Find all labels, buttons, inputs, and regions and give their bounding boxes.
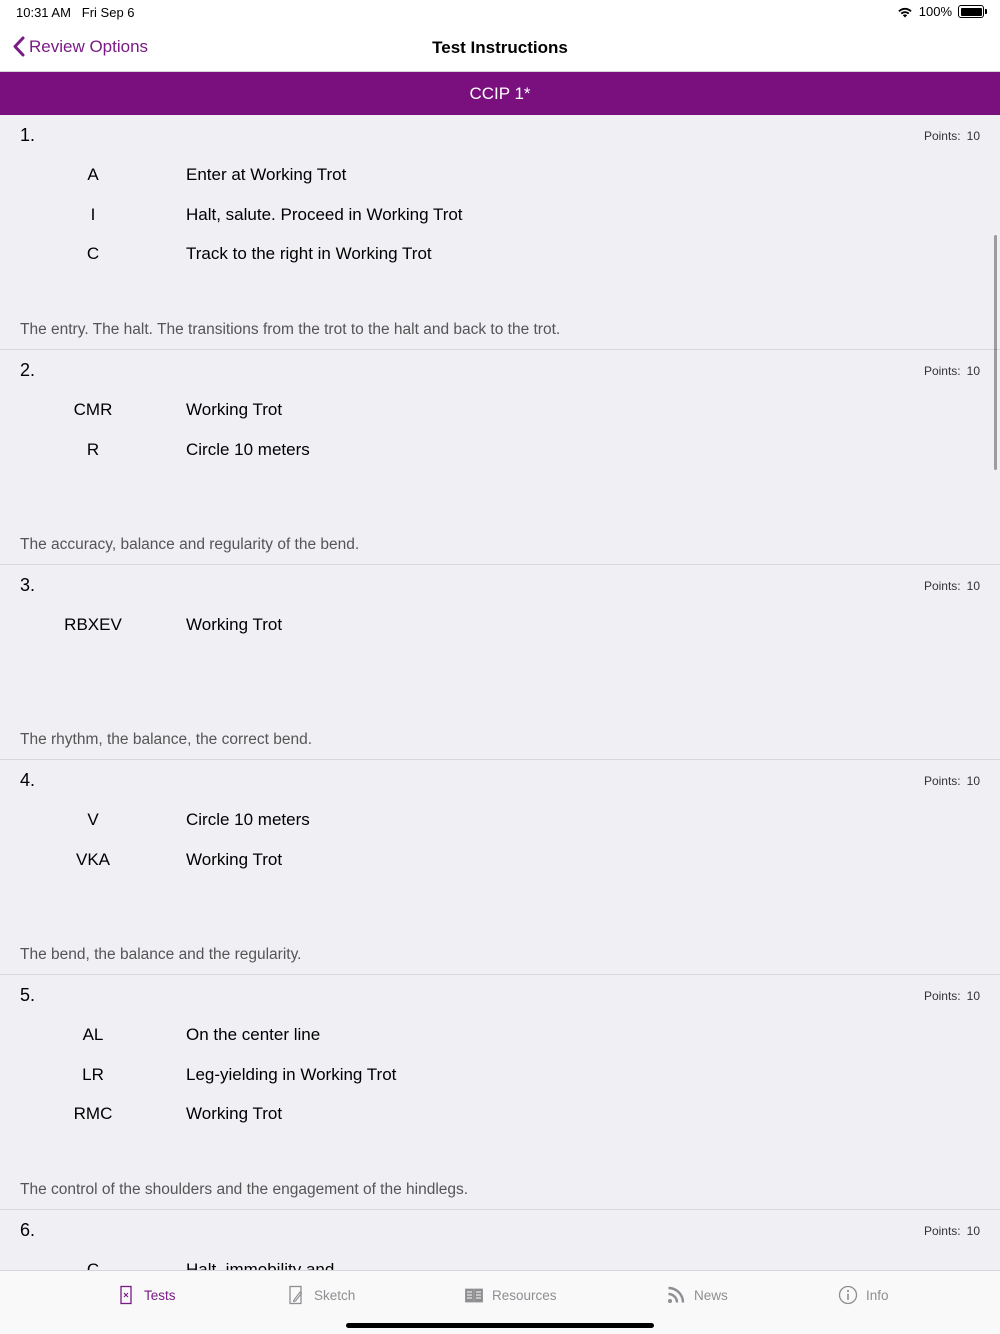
points-label: Points:	[923, 364, 961, 378]
directive-text: The rhythm, the balance, the correct ben…	[20, 731, 313, 748]
arena-letter: A	[87, 165, 99, 184]
tab-sketch[interactable]: Sketch	[286, 1285, 355, 1305]
movement-instruction: Track to the right in Working Trot	[186, 244, 432, 263]
movement-points: Points: 10	[924, 579, 980, 593]
info-icon	[838, 1285, 858, 1305]
arena-letter: VKA	[75, 850, 111, 869]
movement-item: 5. Points: 10 AL On the center line LR Le…	[0, 975, 1000, 1210]
status-time: 10:31 AM Fri Sep 6	[16, 5, 135, 20]
tab-label: Sketch	[314, 1287, 356, 1303]
arena-letter: R	[86, 440, 100, 459]
movement-number: 4.	[20, 770, 36, 790]
directive-text: The entry. The halt. The transitions fro…	[20, 321, 561, 338]
movement-instruction: On the center line	[186, 1025, 321, 1044]
sketch-icon	[289, 1285, 303, 1305]
movement-instruction: Halt, salute. Proceed in Working Trot	[186, 205, 463, 224]
arena-letter: C	[86, 1260, 100, 1270]
points-value: 10	[966, 579, 980, 593]
tab-label: News	[694, 1287, 728, 1303]
points-label: Points:	[923, 774, 961, 788]
scroll-indicator[interactable]	[994, 235, 997, 470]
status-indicators: 100%	[897, 4, 987, 19]
book-icon	[465, 1288, 483, 1303]
points-value: 10	[966, 129, 980, 143]
movement-points: Points: 10	[924, 989, 980, 1003]
movement-item: 2. Points: 10 CMR Working Trot R Circle 1…	[0, 350, 1000, 565]
status-clock: 10:31 AM	[16, 5, 71, 20]
arena-letter: AL	[82, 1025, 104, 1044]
movement-points: Points: 10	[924, 129, 980, 143]
test-sheet-icon	[120, 1285, 132, 1305]
movement-instruction: Working Trot	[186, 615, 283, 634]
directive-text: The accuracy, balance and regularity of …	[20, 536, 360, 553]
arena-letter: RBXEV	[64, 615, 122, 634]
movement-instruction: Circle 10 meters	[186, 810, 310, 829]
movement-instruction: Working Trot	[186, 400, 283, 419]
movement-number: 2.	[20, 360, 36, 380]
tab-bar: Tests Sketch Resources News Info	[0, 1270, 1000, 1334]
movement-list[interactable]: 1. Points: 10 A Enter at Working Trot I H…	[0, 115, 1000, 1270]
movement-instruction: Enter at Working Trot	[186, 165, 347, 184]
tab-tests[interactable]: Tests	[116, 1285, 176, 1305]
status-bar: 10:31 AM Fri Sep 6 100%	[0, 0, 1000, 24]
arena-letter: I	[90, 205, 96, 224]
movement-item: 1. Points: 10 A Enter at Working Trot I H…	[0, 115, 1000, 350]
movement-points: Points: 10	[924, 774, 980, 788]
movement-points: Points: 10	[924, 1224, 980, 1238]
points-value: 10	[966, 364, 980, 378]
arena-letter: LR	[82, 1065, 104, 1084]
page-title: Test Instructions	[432, 38, 568, 57]
movement-number: 5.	[20, 985, 36, 1005]
status-date: Fri Sep 6	[81, 5, 135, 20]
tab-resources[interactable]: Resources	[464, 1285, 557, 1305]
arena-letter: CMR	[73, 400, 113, 419]
arena-letter: V	[87, 810, 99, 829]
points-label: Points:	[923, 1224, 961, 1238]
movement-instruction: Circle 10 meters	[186, 440, 310, 459]
home-indicator[interactable]	[346, 1323, 654, 1328]
points-value: 10	[966, 1224, 980, 1238]
points-label: Points:	[923, 579, 961, 593]
movement-instruction: Leg-yielding in Working Trot	[186, 1065, 397, 1084]
test-name-banner: CCIP 1*	[0, 72, 1000, 115]
movement-number: 1.	[20, 125, 36, 145]
points-value: 10	[966, 774, 980, 788]
movement-item: 6. Points: 10 C Halt, immobility and	[0, 1210, 1000, 1270]
movement-number: 3.	[20, 575, 36, 595]
battery-percent: 100%	[918, 4, 952, 19]
movement-instruction: Working Trot	[186, 850, 283, 869]
rss-icon	[668, 1286, 685, 1303]
movement-item: 3. Points: 10 RBXEV Working Trot The rhyt…	[0, 565, 1000, 760]
arena-letter: C	[86, 244, 100, 263]
directive-text: The control of the shoulders and the eng…	[20, 1181, 469, 1198]
tab-news[interactable]: News	[666, 1285, 728, 1305]
tab-info[interactable]: Info	[838, 1285, 889, 1305]
points-label: Points:	[923, 129, 961, 143]
arena-letter: RMC	[73, 1104, 113, 1123]
movement-item: 4. Points: 10 V Circle 10 meters VKA Work…	[0, 760, 1000, 975]
directive-text: The bend, the balance and the regularity…	[20, 946, 302, 963]
movement-instruction: Working Trot	[186, 1104, 283, 1123]
movement-points: Points: 10	[924, 364, 980, 378]
tab-label: Resources	[492, 1287, 557, 1303]
tab-label: Info	[866, 1287, 889, 1303]
points-label: Points:	[923, 989, 961, 1003]
wifi-icon	[898, 7, 912, 17]
movement-instruction: Halt, immobility and	[186, 1260, 335, 1270]
navigation-bar: Review Options Test Instructions	[0, 24, 1000, 72]
battery-icon	[958, 5, 987, 18]
points-value: 10	[966, 989, 980, 1003]
tab-label: Tests	[144, 1287, 176, 1303]
movement-number: 6.	[20, 1220, 36, 1240]
